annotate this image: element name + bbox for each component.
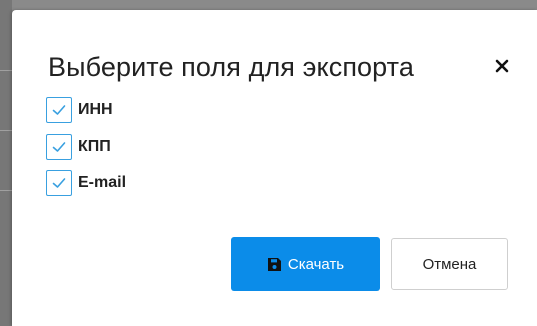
checkmark-icon [52,105,66,115]
field-label-email: E-mail [78,174,127,191]
cancel-button[interactable]: Отмена [391,238,508,290]
field-option-inn[interactable]: ИНН [46,94,113,126]
save-icon [267,257,282,272]
backdrop-divider [0,70,12,71]
field-option-email[interactable]: E-mail [46,167,126,199]
dialog-title: Выберите поля для экспорта [48,52,414,82]
cancel-button-label: Отмена [422,255,477,273]
backdrop-top [0,0,537,10]
backdrop-divider [0,190,12,191]
backdrop-divider [0,130,12,131]
export-fields-dialog: Выберите поля для экспорта ИНН КПП E-mai… [12,10,537,326]
close-icon [495,59,509,73]
checkmark-icon [52,178,66,188]
download-button-label: Скачать [287,255,345,273]
download-button[interactable]: Скачать [231,237,380,291]
checkmark-icon [52,142,66,152]
field-label-kpp: КПП [78,138,111,155]
field-option-kpp[interactable]: КПП [46,131,111,163]
checkbox-inn[interactable] [46,97,72,123]
field-label-inn: ИНН [78,101,113,118]
checkbox-kpp[interactable] [46,134,72,160]
close-button[interactable] [492,54,512,78]
checkbox-email[interactable] [46,170,72,196]
backdrop-left [0,0,12,326]
